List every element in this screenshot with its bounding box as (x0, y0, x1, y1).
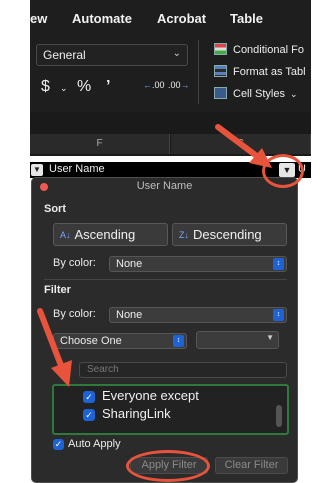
arrow-to-filter-button (215, 124, 272, 168)
annotation-arrows (37, 124, 272, 387)
arrow-to-filter-list (37, 308, 72, 387)
screenshot: ew Automate Acrobat Table General ⌄ $ ⌄ … (0, 0, 311, 483)
